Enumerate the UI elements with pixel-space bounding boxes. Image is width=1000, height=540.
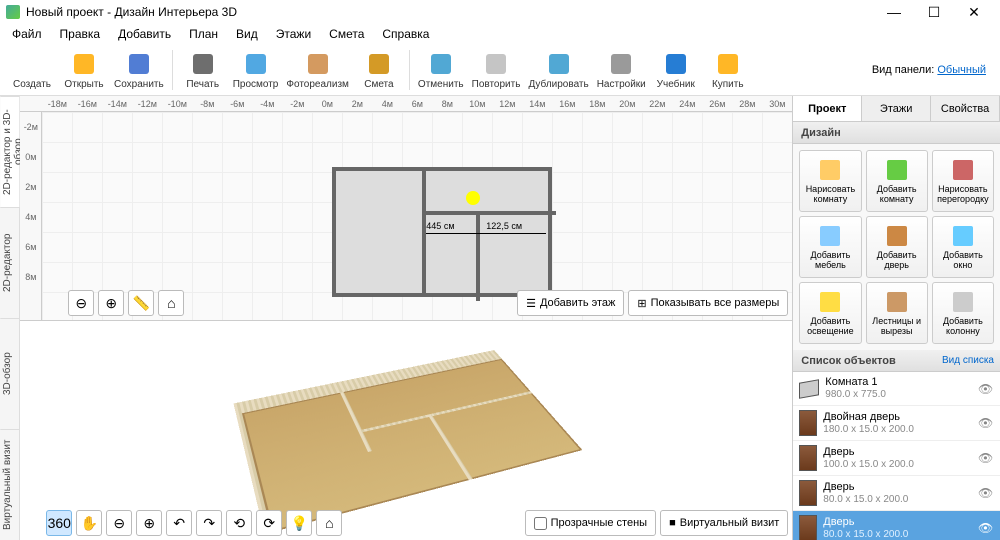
- zoom-in-button[interactable]: ⊕: [98, 290, 124, 316]
- tool-button[interactable]: Добавить комнату: [866, 150, 928, 212]
- visibility-icon[interactable]: 👁: [978, 521, 994, 535]
- visibility-icon[interactable]: 👁: [978, 486, 994, 500]
- titlebar: Новый проект - Дизайн Интерьера 3D — ☐ ✕: [0, 0, 1000, 24]
- side-tab[interactable]: 2D-редактор: [0, 207, 19, 318]
- objects-header: Список объектов Вид списка: [793, 350, 1000, 372]
- zoom-in-button[interactable]: ⊕: [136, 510, 162, 536]
- side-tab[interactable]: Виртуальный визит: [0, 429, 19, 540]
- buy-button[interactable]: Купить: [702, 48, 754, 92]
- tool-button[interactable]: Добавить окно: [932, 216, 994, 278]
- ruler-vertical: -2м0м2м4м6м8м: [20, 112, 42, 320]
- dimension-label: 122,5 см: [486, 221, 522, 231]
- photoreal-button[interactable]: Фотореализм: [282, 48, 353, 92]
- maximize-button[interactable]: ☐: [914, 0, 954, 24]
- panel-tab[interactable]: Этажи: [862, 96, 931, 121]
- marker-icon[interactable]: [466, 191, 480, 205]
- save-button[interactable]: Сохранить: [110, 48, 168, 92]
- window-title: Новый проект - Дизайн Интерьера 3D: [26, 5, 874, 19]
- room-icon: [799, 379, 819, 399]
- tilt-up-button[interactable]: ⟲: [226, 510, 252, 536]
- toolbar-2d: ⊖ ⊕ 📏 ⌂ ☰ Добавить этаж ⊞ Показывать все…: [68, 290, 788, 316]
- object-item[interactable]: Дверь80.0 x 15.0 x 200.0👁: [793, 511, 1000, 540]
- menubar: ФайлПравкаДобавитьПланВидЭтажиСметаСправ…: [0, 24, 1000, 44]
- tool-button[interactable]: Нарисовать перегородку: [932, 150, 994, 212]
- ruler-button[interactable]: 📏: [128, 290, 154, 316]
- side-tabs: 2D-редактор и 3D-обзор2D-редактор3D-обзо…: [0, 96, 20, 540]
- floorplan[interactable]: 445 см 122,5 см: [332, 167, 552, 297]
- object-item[interactable]: Двойная дверь180.0 x 15.0 x 200.0👁: [793, 406, 1000, 441]
- right-panel: ПроектЭтажиСвойства Дизайн Нарисовать ко…: [792, 96, 1000, 540]
- minimize-button[interactable]: —: [874, 0, 914, 24]
- light-button[interactable]: 💡: [286, 510, 312, 536]
- redo-button[interactable]: Повторить: [468, 48, 525, 92]
- undo-button[interactable]: Отменить: [414, 48, 468, 92]
- side-tab[interactable]: 3D-обзор: [0, 318, 19, 429]
- rotate-left-button[interactable]: ↶: [166, 510, 192, 536]
- toolbar-3d: 360 ✋ ⊖ ⊕ ↶ ↷ ⟲ ⟳ 💡 ⌂ Прозрачные стены ■…: [46, 510, 788, 536]
- settings-button[interactable]: Настройки: [593, 48, 650, 92]
- object-item[interactable]: Дверь80.0 x 15.0 x 200.0👁: [793, 476, 1000, 511]
- app-logo-icon: [6, 5, 20, 19]
- tool-button[interactable]: Добавить мебель: [799, 216, 861, 278]
- menu-Смета[interactable]: Смета: [321, 25, 372, 43]
- view-list-link[interactable]: Вид списка: [942, 355, 994, 366]
- visibility-icon[interactable]: 👁: [978, 451, 994, 465]
- object-item[interactable]: Дверь100.0 x 15.0 x 200.0👁: [793, 441, 1000, 476]
- tool-button[interactable]: Добавить дверь: [866, 216, 928, 278]
- tool-button[interactable]: Нарисовать комнату: [799, 150, 861, 212]
- show-dims-button[interactable]: ⊞ Показывать все размеры: [628, 290, 788, 316]
- ruler-horizontal: -18м-16м-14м-12м-10м-8м-6м-4м-2м0м2м4м6м…: [20, 96, 792, 112]
- transparent-walls-checkbox[interactable]: Прозрачные стены: [525, 510, 656, 536]
- menu-Этажи[interactable]: Этажи: [268, 25, 319, 43]
- menu-Справка[interactable]: Справка: [374, 25, 437, 43]
- menu-Вид[interactable]: Вид: [228, 25, 266, 43]
- design-header: Дизайн: [793, 122, 1000, 144]
- open-button[interactable]: Открыть: [58, 48, 110, 92]
- view360-button[interactable]: 360: [46, 510, 72, 536]
- door-icon: [799, 410, 817, 436]
- home-button[interactable]: ⌂: [158, 290, 184, 316]
- door-icon: [799, 515, 817, 540]
- view-3d[interactable]: 360 ✋ ⊖ ⊕ ↶ ↷ ⟲ ⟳ 💡 ⌂ Прозрачные стены ■…: [20, 320, 792, 540]
- panel-mode: Вид панели: Обычный: [872, 64, 994, 76]
- view-2d[interactable]: -2м0м2м4м6м8м 445 см 122,5 см ⊖ ⊕ 📏 ⌂ ☰ …: [20, 112, 792, 320]
- side-tab[interactable]: 2D-редактор и 3D-обзор: [0, 96, 19, 207]
- zoom-out-button[interactable]: ⊖: [106, 510, 132, 536]
- duplicate-button[interactable]: Дублировать: [524, 48, 592, 92]
- add-floor-button[interactable]: ☰ Добавить этаж: [517, 290, 624, 316]
- panel-tab[interactable]: Проект: [793, 96, 862, 121]
- object-item[interactable]: Комната 1980.0 x 775.0👁: [793, 372, 1000, 406]
- door-icon: [799, 445, 817, 471]
- visibility-icon[interactable]: 👁: [978, 416, 994, 430]
- tool-button[interactable]: Лестницы и вырезы: [866, 282, 928, 344]
- close-button[interactable]: ✕: [954, 0, 994, 24]
- visibility-icon[interactable]: 👁: [978, 382, 994, 396]
- virtual-visit-button[interactable]: ■ Виртуальный визит: [660, 510, 788, 536]
- print-button[interactable]: Печать: [177, 48, 229, 92]
- menu-Правка[interactable]: Правка: [52, 25, 109, 43]
- tilt-down-button[interactable]: ⟳: [256, 510, 282, 536]
- tool-button[interactable]: Добавить колонну: [932, 282, 994, 344]
- home-button[interactable]: ⌂: [316, 510, 342, 536]
- dimension-label: 445 см: [426, 221, 454, 231]
- panel-tab[interactable]: Свойства: [931, 96, 1000, 121]
- menu-Добавить[interactable]: Добавить: [110, 25, 179, 43]
- panel-mode-link[interactable]: Обычный: [937, 64, 986, 76]
- tutorial-button[interactable]: Учебник: [650, 48, 702, 92]
- tool-button[interactable]: Добавить освещение: [799, 282, 861, 344]
- menu-План[interactable]: План: [181, 25, 226, 43]
- menu-Файл[interactable]: Файл: [4, 25, 50, 43]
- estimate-button[interactable]: Смета: [353, 48, 405, 92]
- zoom-out-button[interactable]: ⊖: [68, 290, 94, 316]
- preview-button[interactable]: Просмотр: [229, 48, 283, 92]
- pan-button[interactable]: ✋: [76, 510, 102, 536]
- new-button[interactable]: Создать: [6, 48, 58, 92]
- door-icon: [799, 480, 817, 506]
- canvas-2d[interactable]: 445 см 122,5 см ⊖ ⊕ 📏 ⌂ ☰ Добавить этаж …: [42, 112, 792, 320]
- rotate-right-button[interactable]: ↷: [196, 510, 222, 536]
- main-toolbar: СоздатьОткрытьСохранитьПечатьПросмотрФот…: [0, 44, 1000, 96]
- object-list: Комната 1980.0 x 775.0👁Двойная дверь180.…: [793, 372, 1000, 540]
